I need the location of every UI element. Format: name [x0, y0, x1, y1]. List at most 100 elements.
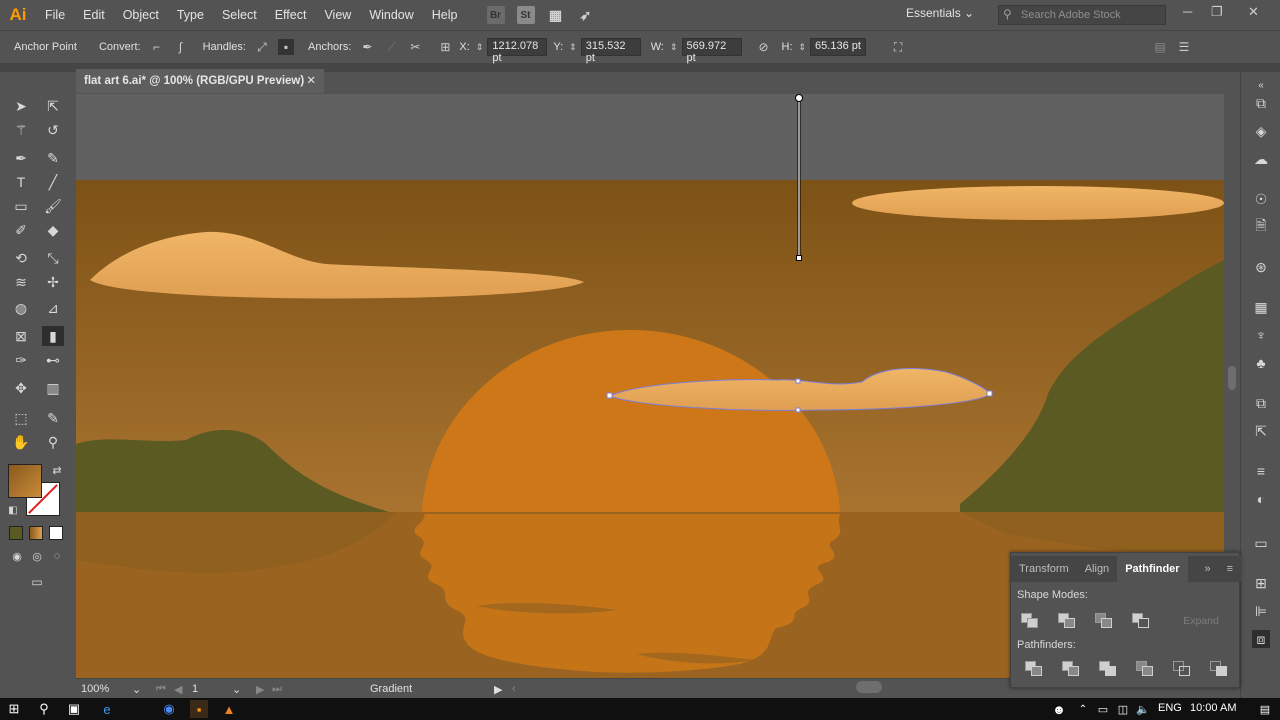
perspective-grid-tool-icon[interactable]: ⊿ — [42, 298, 64, 318]
tray-chevron-icon[interactable]: ⌃ — [1074, 700, 1092, 718]
artboards-icon[interactable]: ⧉ — [1252, 394, 1270, 412]
scroll-thumb[interactable] — [1228, 366, 1236, 390]
symbol-sprayer-tool-icon[interactable]: ✥ — [10, 378, 32, 398]
search-taskbar-icon[interactable]: ⚲ — [35, 700, 53, 718]
show-handles-icon[interactable]: ⤢ — [254, 39, 270, 55]
club-symbols-icon[interactable]: ♣ — [1252, 354, 1270, 372]
gradient-origin-handle[interactable] — [795, 94, 803, 102]
battery-icon[interactable]: ▭ — [1094, 700, 1112, 718]
mesh-tool-icon[interactable]: ⊠ — [10, 326, 32, 346]
gpu-rocket-icon[interactable]: ➶ — [577, 6, 595, 24]
shaper-tool-icon[interactable]: ✐ — [10, 220, 32, 240]
tab-transform[interactable]: Transform — [1011, 556, 1077, 582]
type-tool-icon[interactable]: T — [10, 172, 32, 192]
pen-tool-icon[interactable]: ✒ — [10, 148, 32, 168]
y-spinner-icon[interactable]: ⇕ — [569, 42, 577, 53]
search-input[interactable]: Search Adobe Stock — [998, 5, 1166, 25]
layers-icon[interactable]: ◈ — [1252, 122, 1270, 140]
width-tool-icon[interactable]: ≋ — [10, 272, 32, 292]
draw-inside-icon[interactable]: ◌ — [46, 546, 68, 566]
clock[interactable]: 10:00 AM — [1190, 702, 1236, 714]
illustrator-taskbar-icon[interactable]: ▪ — [190, 700, 208, 718]
volume-icon[interactable]: 🔈 — [1134, 700, 1152, 718]
windows-start-icon[interactable]: ⊞ — [5, 700, 23, 718]
transparency-icon[interactable]: ▭ — [1252, 534, 1270, 552]
last-artboard-icon[interactable]: ⏭ — [272, 683, 282, 696]
restore-icon[interactable]: ❐ — [1211, 4, 1223, 20]
panel-expand-icon[interactable]: » — [1196, 556, 1218, 582]
stroke-icon[interactable]: ≡ — [1252, 462, 1270, 480]
eyedropper-tool-icon[interactable]: ✑ — [10, 350, 32, 370]
collapse-dock-icon[interactable]: « — [1252, 76, 1270, 94]
tab-align[interactable]: Align — [1077, 556, 1117, 582]
notifications-icon[interactable]: ▤ — [1256, 700, 1274, 718]
properties-icon[interactable]: ⧉ — [1252, 94, 1270, 112]
tab-pathfinder[interactable]: Pathfinder — [1117, 556, 1188, 582]
menu-edit[interactable]: Edit — [74, 8, 114, 22]
people-icon[interactable]: ☻ — [1050, 700, 1068, 718]
pathfinder-icon[interactable]: ⧈ — [1252, 630, 1270, 648]
stock-icon[interactable]: St — [516, 6, 535, 24]
selection-tool-icon[interactable]: ➤ — [10, 96, 32, 116]
panel-menu-icon[interactable]: ≡ — [1219, 556, 1241, 582]
export-icon[interactable]: ⇱ — [1252, 422, 1270, 440]
shape-builder-tool-icon[interactable]: ◍ — [10, 298, 32, 318]
h-field[interactable]: 65.136 pt — [810, 38, 867, 56]
edge-icon[interactable]: e — [98, 700, 116, 718]
close-tab-icon[interactable]: ✕ — [306, 73, 316, 87]
isolate-icon[interactable]: ⛶ — [890, 39, 906, 55]
gradient-mode-swatch[interactable] — [29, 526, 43, 540]
lasso-tool-icon[interactable]: ↺ — [42, 120, 64, 140]
draw-normal-icon[interactable]: ◉ — [6, 546, 28, 566]
workspace-switcher[interactable]: Essentials ⌄ — [906, 6, 974, 20]
trim-icon[interactable] — [1062, 661, 1080, 677]
minus-back-icon[interactable] — [1210, 661, 1228, 677]
artboard-number[interactable]: 1 — [192, 683, 198, 695]
gradient-tool-icon[interactable]: ▮ — [42, 326, 64, 346]
menu-type[interactable]: Type — [168, 8, 213, 22]
libraries-icon[interactable]: ☁ — [1252, 150, 1270, 168]
first-artboard-icon[interactable]: ⏮ — [156, 683, 166, 696]
menu-window[interactable]: Window — [360, 8, 422, 22]
fill-swatch[interactable] — [8, 464, 42, 498]
bridge-icon[interactable]: Br — [486, 6, 505, 24]
next-artboard-icon[interactable]: ▶ — [256, 683, 264, 696]
swatches-icon[interactable]: ▦ — [1252, 298, 1270, 316]
direct-selection-tool-icon[interactable]: ⇱ — [42, 96, 64, 116]
color-mode-swatch[interactable] — [9, 526, 23, 540]
minimize-icon[interactable]: ─ — [1183, 4, 1192, 19]
convert-corner-icon[interactable]: ⌐ — [149, 39, 165, 55]
zoom-tool-icon[interactable]: ⚲ — [42, 432, 64, 452]
chrome-icon[interactable]: ◉ — [160, 700, 178, 718]
cloud-top-right[interactable] — [852, 186, 1224, 220]
exclude-icon[interactable] — [1132, 613, 1150, 629]
swap-fill-stroke-icon[interactable]: ⇄ — [46, 460, 68, 480]
hand-tool-icon[interactable]: ✋ — [10, 432, 32, 452]
remove-anchor-icon[interactable]: ✒ — [359, 39, 375, 55]
network-icon[interactable]: ◫ — [1114, 700, 1132, 718]
merge-icon[interactable] — [1099, 661, 1117, 677]
anchor-point-right[interactable] — [986, 390, 993, 397]
y-field[interactable]: 315.532 pt — [580, 38, 641, 64]
gradient-panel-icon[interactable]: ◐ — [1252, 490, 1270, 508]
gradient-end-handle[interactable] — [796, 255, 802, 261]
blend-tool-icon[interactable]: ⊷ — [42, 350, 64, 370]
anchor-point-left[interactable] — [606, 392, 613, 399]
zoom-level[interactable]: 100% — [81, 683, 109, 695]
crop-icon[interactable] — [1136, 661, 1154, 677]
menu-help[interactable]: Help — [423, 8, 467, 22]
w-field[interactable]: 569.972 pt — [681, 38, 742, 64]
prev-artboard-icon[interactable]: ◀ — [174, 683, 182, 696]
scale-tool-icon[interactable]: ⤡ — [42, 248, 64, 268]
menu-view[interactable]: View — [315, 8, 360, 22]
unite-icon[interactable] — [1021, 613, 1039, 629]
curvature-tool-icon[interactable]: ✎ — [42, 148, 64, 168]
task-view-icon[interactable]: ▣ — [65, 700, 83, 718]
anchor-point-top[interactable] — [795, 378, 801, 384]
menu-object[interactable]: Object — [114, 8, 168, 22]
artboard-dropdown-icon[interactable]: ⌄ — [232, 683, 241, 696]
status-menu-icon[interactable]: ▶ — [494, 683, 502, 696]
align-panel-icon[interactable]: ⊫ — [1252, 602, 1270, 620]
zoom-dropdown-icon[interactable]: ⌄ — [132, 683, 141, 696]
navigator-icon[interactable]: ⊛ — [1252, 258, 1270, 276]
